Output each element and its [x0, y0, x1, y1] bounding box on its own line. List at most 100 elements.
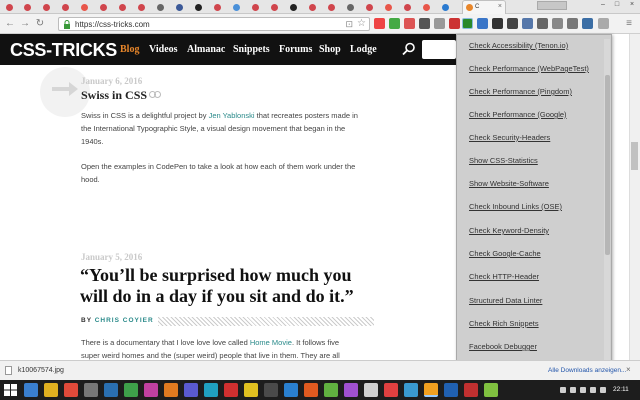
extension-icon[interactable]	[449, 18, 460, 29]
reload-icon[interactable]: ↻	[33, 17, 47, 31]
taskbar-app-icon[interactable]	[284, 383, 298, 397]
taskbar-app-icon[interactable]	[484, 383, 498, 397]
taskbar-app-icon[interactable]	[384, 383, 398, 397]
tray-icon[interactable]	[560, 387, 566, 393]
extension-icon[interactable]	[567, 18, 578, 29]
taskbar-app-icon[interactable]	[304, 383, 318, 397]
browser-tab[interactable]	[440, 1, 453, 14]
menu-item-pingdom[interactable]: Check Performance (Pingdom)	[469, 87, 572, 96]
site-logo[interactable]: CSS-TRICKS	[10, 40, 117, 61]
author-link[interactable]: CHRIS COYIER	[95, 317, 154, 324]
extension-icon[interactable]	[374, 18, 385, 29]
back-icon[interactable]: ←	[3, 17, 17, 31]
post-title[interactable]: Swiss in CSS	[81, 88, 147, 103]
nav-almanac[interactable]: Almanac	[187, 44, 225, 55]
extension-icon[interactable]	[537, 18, 548, 29]
browser-tab[interactable]	[79, 1, 92, 14]
close-icon[interactable]: ×	[626, 365, 631, 374]
browser-tab[interactable]	[155, 1, 168, 14]
browser-tab[interactable]	[212, 1, 225, 14]
link-icon[interactable]	[149, 91, 161, 98]
browser-tab[interactable]	[22, 1, 35, 14]
extension-icon[interactable]	[552, 18, 563, 29]
menu-item-accessibility[interactable]: Check Accessibility (Tenon.io)	[469, 41, 568, 50]
film-link[interactable]: Home Movie	[250, 338, 292, 347]
extension-icon[interactable]	[419, 18, 430, 29]
browser-tab[interactable]	[98, 1, 111, 14]
show-all-downloads-link[interactable]: Alle Downloads anzeigen...	[548, 367, 626, 374]
taskbar-app-icon[interactable]	[24, 383, 38, 397]
browser-tab[interactable]	[60, 1, 73, 14]
taskbar-app-icon[interactable]	[464, 383, 478, 397]
taskbar-app-icon[interactable]	[244, 383, 258, 397]
taskbar-app-icon[interactable]	[224, 383, 238, 397]
menu-item-rich-snippets[interactable]: Check Rich Snippets	[469, 319, 539, 328]
menu-item-webpagetest[interactable]: Check Performance (WebPageTest)	[469, 64, 589, 73]
taskbar-app-icon[interactable]	[364, 383, 378, 397]
browser-tab[interactable]	[4, 1, 17, 14]
post-title[interactable]: “You’ll be surprised how much you will d…	[80, 265, 380, 307]
extension-icon[interactable]	[389, 18, 400, 29]
taskbar-app-icon[interactable]	[404, 383, 418, 397]
taskbar-app-icon[interactable]	[124, 383, 138, 397]
menu-item-structured-data[interactable]: Structured Data Linter	[469, 296, 542, 305]
taskbar-app-icon[interactable]	[164, 383, 178, 397]
browser-tab[interactable]	[364, 1, 377, 14]
close-tab-icon[interactable]: ×	[498, 3, 502, 10]
nav-lodge[interactable]: Lodge	[350, 44, 377, 55]
taskbar-chrome-icon[interactable]	[424, 383, 438, 397]
windows-start-icon[interactable]	[4, 384, 17, 396]
taskbar-app-icon[interactable]	[184, 383, 198, 397]
author-link[interactable]: Jen Yablonski	[209, 111, 255, 120]
translate-icon[interactable]: ⊡	[345, 19, 353, 30]
taskbar-app-icon[interactable]	[64, 383, 78, 397]
menu-icon[interactable]: ≡	[622, 17, 636, 31]
extension-icon[interactable]	[404, 18, 415, 29]
active-browser-tab[interactable]: C ×	[462, 0, 506, 14]
browser-tab[interactable]	[136, 1, 149, 14]
menu-item-website-software[interactable]: Show Website-Software	[469, 179, 549, 188]
taskbar-app-icon[interactable]	[44, 383, 58, 397]
profile-badge[interactable]	[537, 1, 567, 10]
menu-item-security-headers[interactable]: Check Security-Headers	[469, 133, 550, 142]
browser-tab[interactable]	[117, 1, 130, 14]
browser-tab[interactable]	[383, 1, 396, 14]
browser-tab[interactable]	[231, 1, 244, 14]
page-scrollbar-thumb[interactable]	[631, 142, 638, 170]
browser-tab[interactable]	[345, 1, 358, 14]
close-window-icon[interactable]: ×	[625, 0, 639, 10]
seo-extension-icon[interactable]	[462, 18, 473, 29]
browser-tab[interactable]	[193, 1, 206, 14]
clock[interactable]: 22:11	[613, 386, 629, 393]
browser-tab[interactable]	[421, 1, 434, 14]
menu-item-facebook-debugger[interactable]: Facebook Debugger	[469, 342, 537, 351]
browser-tab[interactable]	[269, 1, 282, 14]
browser-tab[interactable]	[41, 1, 54, 14]
address-bar[interactable]: https://css-tricks.com ⊡ ☆	[58, 17, 370, 31]
nav-shop[interactable]: Shop	[319, 44, 341, 55]
menu-item-http-header[interactable]: Check HTTP-Header	[469, 272, 539, 281]
taskbar-app-icon[interactable]	[344, 383, 358, 397]
menu-item-css-statistics[interactable]: Show CSS-Statistics	[469, 156, 538, 165]
search-icon[interactable]	[402, 42, 416, 56]
browser-tab[interactable]	[288, 1, 301, 14]
download-item[interactable]: k10067574.jpg	[18, 367, 64, 374]
extension-icon[interactable]	[434, 18, 445, 29]
menu-item-inbound-links[interactable]: Check Inbound Links (OSE)	[469, 202, 562, 211]
menu-item-keyword-density[interactable]: Check Keyword-Density	[469, 226, 549, 235]
bookmark-star-icon[interactable]: ☆	[357, 18, 366, 29]
taskbar-app-icon[interactable]	[204, 383, 218, 397]
nav-forums[interactable]: Forums	[279, 44, 312, 55]
minimize-icon[interactable]: –	[596, 0, 610, 10]
taskbar-app-icon[interactable]	[264, 383, 278, 397]
taskbar-app-icon[interactable]	[144, 383, 158, 397]
taskbar-app-icon[interactable]	[444, 383, 458, 397]
forward-icon[interactable]: →	[18, 17, 32, 31]
wordpress-icon[interactable]	[582, 18, 593, 29]
taskbar-app-icon[interactable]	[324, 383, 338, 397]
menu-scrollbar-thumb[interactable]	[605, 75, 610, 255]
browser-tab[interactable]	[307, 1, 320, 14]
tray-icon[interactable]	[600, 387, 606, 393]
tray-icon[interactable]	[570, 387, 576, 393]
browser-tab[interactable]	[174, 1, 187, 14]
